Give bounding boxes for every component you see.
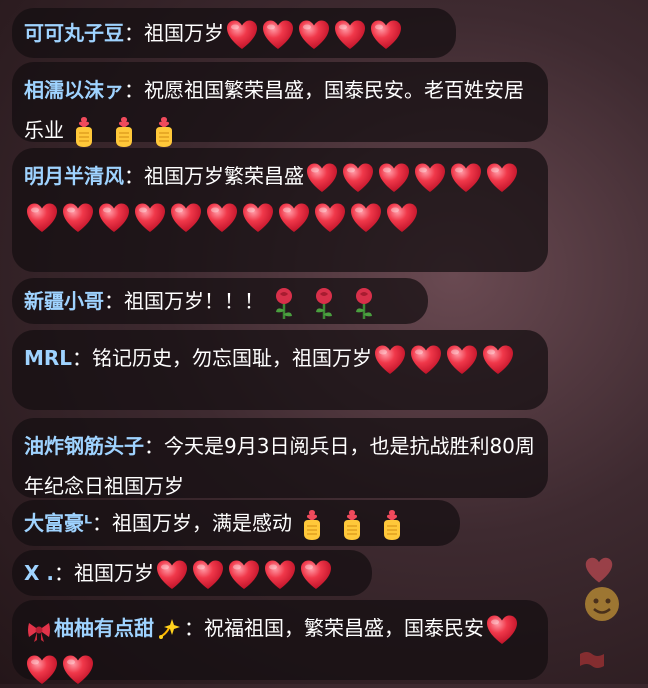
comment-username[interactable]: 可可丸子豆 <box>24 21 124 45</box>
comment-bubble: 油炸钢筋头子：今天是9月3日阅兵日，也是抗战胜利80周年纪念日祖国万岁 <box>12 418 548 498</box>
heart-emoji-icon <box>225 18 259 52</box>
comment-bubble: X .：祖国万岁 <box>12 550 372 596</box>
comment-text: 铭记历史，勿忘国耻，祖国万岁 <box>92 346 373 370</box>
comment-emoji-group <box>292 509 412 540</box>
heart-emoji-icon <box>313 201 347 235</box>
comment-text: 祝福祖国，繁荣昌盛，国泰民安 <box>204 616 484 640</box>
heart-emoji-icon <box>25 201 59 235</box>
heart-emoji-icon <box>305 161 339 195</box>
heart-emoji-icon <box>61 653 95 687</box>
finger-heart-emoji-icon <box>70 115 98 149</box>
comment-emoji-group <box>224 20 404 49</box>
floating-flag-icon <box>578 650 606 670</box>
sparkle-icon <box>156 617 182 643</box>
comment-separator: ： <box>184 616 204 640</box>
comment-separator: ： <box>72 346 93 370</box>
heart-emoji-icon <box>413 161 447 195</box>
heart-emoji-icon <box>409 343 443 377</box>
comment-bubble: 柚柚有点甜 ：祝福祖国，繁荣昌盛，国泰民安 <box>12 600 548 684</box>
heart-emoji-icon <box>373 343 407 377</box>
comment-bubble: 可可丸子豆：祖国万岁 <box>12 8 456 58</box>
comment-text: 祖国万岁 <box>73 561 154 585</box>
heart-emoji-icon <box>341 161 375 195</box>
comment-username[interactable]: 相濡以沫ァ <box>24 78 124 102</box>
comment-username[interactable]: 大富豪ᴸ <box>24 511 92 535</box>
heart-emoji-icon <box>485 613 519 647</box>
heart-emoji-icon <box>97 201 131 235</box>
finger-heart-emoji-icon <box>378 508 406 542</box>
comment-username[interactable]: 明月半清风 <box>24 164 124 188</box>
heart-emoji-icon <box>169 201 203 235</box>
heart-emoji-icon <box>481 343 515 377</box>
rose-emoji-icon <box>312 286 336 320</box>
comment-username[interactable]: 新疆小哥 <box>24 289 104 313</box>
heart-emoji-icon <box>133 201 167 235</box>
comment-username[interactable]: MRL <box>24 346 72 370</box>
heart-emoji-icon <box>297 18 331 52</box>
comment-bubble: MRL：铭记历史，勿忘国耻，祖国万岁 <box>12 330 548 410</box>
heart-emoji-icon <box>155 558 189 592</box>
heart-emoji-icon <box>349 201 383 235</box>
comment-text: 祖国万岁，满是感动 <box>112 511 293 535</box>
comment-emoji-group <box>372 345 516 374</box>
comment-separator: ： <box>144 434 164 458</box>
finger-heart-emoji-icon <box>338 508 366 542</box>
floating-heart-icon <box>584 556 614 586</box>
heart-emoji-icon <box>485 161 519 195</box>
heart-emoji-icon <box>277 201 311 235</box>
heart-emoji-icon <box>449 161 483 195</box>
comment-separator: ： <box>92 511 113 535</box>
heart-emoji-icon <box>385 201 419 235</box>
rose-emoji-icon <box>352 286 376 320</box>
comment-bubble: 明月半清风：祖国万岁繁荣昌盛 <box>12 148 548 272</box>
heart-emoji-icon <box>333 18 367 52</box>
comment-separator: ： <box>124 164 144 188</box>
rose-emoji-icon <box>272 286 296 320</box>
comment-username[interactable]: 柚柚有点甜 <box>54 616 154 640</box>
comment-separator: ： <box>124 21 144 45</box>
finger-heart-emoji-icon <box>150 115 178 149</box>
comment-emoji-group <box>154 560 334 589</box>
heart-emoji-icon <box>369 18 403 52</box>
comment-text: 祖国万岁 <box>144 21 224 45</box>
comment-emoji-group <box>64 116 184 147</box>
heart-emoji-icon <box>227 558 261 592</box>
comment-text: 祖国万岁！！！ <box>124 289 264 313</box>
comment-separator: ： <box>124 78 144 102</box>
comment-emoji-group <box>264 287 384 319</box>
comment-separator: ： <box>53 561 74 585</box>
live-comment-feed: 可可丸子豆：祖国万岁 相濡以沫ァ：祝愿祖国繁荣昌盛，国泰民安。老百姓安居乐业 明… <box>0 0 648 684</box>
comment-bubble: 大富豪ᴸ：祖国万岁，满是感动 <box>12 500 460 546</box>
heart-emoji-icon <box>61 201 95 235</box>
heart-emoji-icon <box>377 161 411 195</box>
heart-emoji-icon <box>191 558 225 592</box>
floating-emoji-icon <box>582 584 622 624</box>
heart-emoji-icon <box>241 201 275 235</box>
comment-text: 祖国万岁繁荣昌盛 <box>144 164 304 188</box>
comment-bubble: 新疆小哥：祖国万岁！！！ <box>12 278 428 324</box>
heart-emoji-icon <box>445 343 479 377</box>
heart-emoji-icon <box>299 558 333 592</box>
heart-emoji-icon <box>261 18 295 52</box>
finger-heart-emoji-icon <box>298 508 326 542</box>
heart-emoji-icon <box>25 653 59 687</box>
comment-bubble: 相濡以沫ァ：祝愿祖国繁荣昌盛，国泰民安。老百姓安居乐业 <box>12 62 548 147</box>
heart-emoji-icon <box>205 201 239 235</box>
bow-icon <box>26 617 52 643</box>
comment-username[interactable]: 油炸钢筋头子 <box>24 434 144 458</box>
finger-heart-emoji-icon <box>110 115 138 149</box>
comment-separator: ： <box>104 289 124 313</box>
heart-emoji-icon <box>263 558 297 592</box>
comment-username[interactable]: X . <box>24 561 54 585</box>
